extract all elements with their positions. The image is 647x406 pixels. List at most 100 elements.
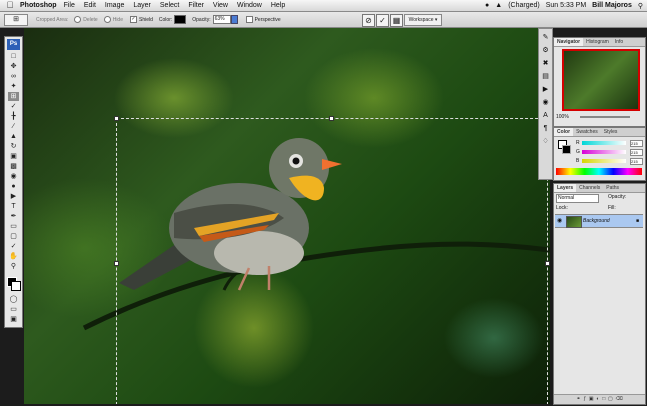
link-icon[interactable]: ⚭ — [576, 396, 580, 402]
marquee-tool-icon[interactable]: □ — [8, 52, 19, 61]
tab-swatches[interactable]: Swatches — [573, 128, 601, 136]
menu-window[interactable]: Window — [237, 2, 262, 9]
layer-row-background[interactable]: ◉ Background ■ — [555, 214, 643, 228]
tab-styles[interactable]: Styles — [601, 128, 621, 136]
info-panel-icon[interactable]: ◉ — [541, 98, 550, 107]
new-group-icon[interactable]: □ — [602, 396, 605, 402]
cancel-crop-icon[interactable]: ⊘ — [362, 14, 375, 27]
actions-panel-icon[interactable]: ▶ — [541, 85, 550, 94]
file-browser-icon[interactable]: ▦ — [390, 14, 403, 27]
crop-handle-top[interactable] — [329, 116, 334, 121]
wifi-icon[interactable]: ● — [485, 2, 489, 9]
user-name[interactable]: Bill Majoros — [592, 2, 632, 9]
menu-filter[interactable]: Filter — [188, 2, 204, 9]
shield-color-swatch[interactable] — [174, 15, 187, 24]
tab-histogram[interactable]: Histogram — [583, 38, 612, 46]
screen-mode-icon[interactable]: ▭ — [8, 305, 19, 314]
image-canvas[interactable] — [24, 28, 550, 404]
history-panel-icon[interactable]: ▤ — [541, 72, 550, 81]
new-layer-icon[interactable]: ▢ — [608, 396, 613, 402]
notes-tool-icon[interactable]: ▢ — [8, 232, 19, 241]
quick-mask-icon[interactable]: ◯ — [8, 295, 19, 304]
zoom-slider[interactable] — [580, 116, 630, 118]
photoshop-logo[interactable]: Ps — [7, 39, 20, 50]
background-color[interactable] — [11, 281, 21, 291]
clone-stamp-tool-icon[interactable]: ▲ — [8, 132, 19, 141]
green-slider[interactable] — [582, 150, 626, 154]
volume-icon[interactable]: ▲ — [495, 2, 502, 9]
color-background-swatch[interactable] — [562, 145, 571, 154]
eye-icon[interactable]: ◉ — [557, 218, 562, 224]
menu-app-photoshop[interactable]: Photoshop — [20, 2, 57, 9]
healing-brush-tool-icon[interactable]: ╊ — [8, 112, 19, 121]
eyedropper-tool-icon[interactable]: ✓ — [8, 242, 19, 251]
blur-tool-icon[interactable]: ◉ — [8, 172, 19, 181]
crop-handle-left[interactable] — [114, 261, 119, 266]
blend-mode-select[interactable]: Normal — [556, 194, 599, 203]
opacity-field[interactable]: 63% — [212, 15, 231, 24]
eraser-tool-icon[interactable]: ▣ — [8, 152, 19, 161]
green-value[interactable]: 215 — [630, 149, 643, 156]
apple-menu-icon[interactable]:  — [0, 0, 20, 11]
mask-icon[interactable]: ▣ — [589, 396, 594, 402]
layer-style-icon[interactable]: ƒ — [583, 396, 586, 402]
crop-handle-right[interactable] — [545, 261, 550, 266]
commit-crop-icon[interactable]: ✓ — [376, 14, 389, 27]
blue-slider[interactable] — [582, 159, 626, 163]
red-slider[interactable] — [582, 141, 626, 145]
character-panel-icon[interactable]: A — [541, 111, 550, 120]
pen-tool-icon[interactable]: ✒ — [8, 212, 19, 221]
path-selection-tool-icon[interactable]: ▶ — [8, 192, 19, 201]
battery-status[interactable]: (Charged) — [508, 2, 540, 9]
crop-tool-icon[interactable]: ⊞ — [8, 92, 19, 101]
spotlight-icon[interactable]: ⚲ — [638, 2, 643, 10]
styles-panel-icon[interactable]: ♢ — [541, 137, 550, 146]
dodge-tool-icon[interactable]: ● — [8, 182, 19, 191]
menu-file[interactable]: File — [64, 2, 75, 9]
hand-tool-icon[interactable]: ✋ — [8, 252, 19, 261]
zoom-value[interactable]: 100% — [556, 114, 569, 120]
adjustment-layer-icon[interactable]: ◐ — [596, 396, 599, 402]
tab-paths[interactable]: Paths — [603, 184, 622, 192]
trash-icon[interactable]: ⌫ — [616, 396, 623, 402]
tab-channels[interactable]: Channels — [576, 184, 603, 192]
red-value[interactable]: 215 — [630, 140, 643, 147]
crop-marquee[interactable] — [114, 116, 550, 404]
magic-wand-tool-icon[interactable]: ✦ — [8, 82, 19, 91]
opacity-dropdown-icon[interactable] — [230, 15, 238, 24]
clock[interactable]: Sun 5:33 PM — [546, 2, 586, 9]
menu-select[interactable]: Select — [160, 2, 179, 9]
jump-to-imageready-icon[interactable]: ▣ — [8, 315, 19, 324]
menu-layer[interactable]: Layer — [133, 2, 151, 9]
slice-tool-icon[interactable]: ✓ — [8, 102, 19, 111]
move-tool-icon[interactable]: ✥ — [8, 62, 19, 71]
shield-checkbox[interactable]: ✓ — [130, 16, 137, 23]
brush-tool-icon[interactable]: ∕ — [8, 122, 19, 131]
tab-layers[interactable]: Layers — [554, 184, 577, 192]
history-brush-tool-icon[interactable]: ↻ — [8, 142, 19, 151]
workspace-menu[interactable]: Workspace ▾ — [404, 14, 442, 26]
navigator-thumbnail[interactable] — [562, 49, 640, 111]
hide-radio[interactable] — [103, 16, 111, 23]
perspective-checkbox[interactable] — [245, 16, 253, 23]
blue-value[interactable]: 215 — [630, 158, 643, 165]
gradient-tool-icon[interactable]: ▩ — [8, 162, 19, 171]
brush-panel-icon[interactable]: ✎ — [541, 33, 550, 42]
menu-view[interactable]: View — [213, 2, 228, 9]
crop-handle-tl[interactable] — [114, 116, 119, 121]
lasso-tool-icon[interactable]: ∞ — [8, 72, 19, 81]
tool-presets-icon[interactable]: ⚙ — [541, 46, 550, 55]
color-spectrum[interactable] — [556, 168, 642, 175]
menu-help[interactable]: Help — [271, 2, 285, 9]
type-tool-icon[interactable]: T — [8, 202, 19, 211]
delete-radio[interactable] — [74, 16, 82, 23]
tab-navigator[interactable]: Navigator — [554, 38, 584, 46]
menu-image[interactable]: Image — [105, 2, 124, 9]
tab-info[interactable]: Info — [612, 38, 626, 46]
zoom-tool-icon[interactable]: ⚲ — [8, 262, 19, 271]
menu-edit[interactable]: Edit — [84, 2, 96, 9]
layer-comps-icon[interactable]: ✖ — [541, 59, 550, 68]
paragraph-panel-icon[interactable]: ¶ — [541, 124, 550, 133]
tab-color[interactable]: Color — [554, 128, 574, 136]
shape-tool-icon[interactable]: ▭ — [8, 222, 19, 231]
